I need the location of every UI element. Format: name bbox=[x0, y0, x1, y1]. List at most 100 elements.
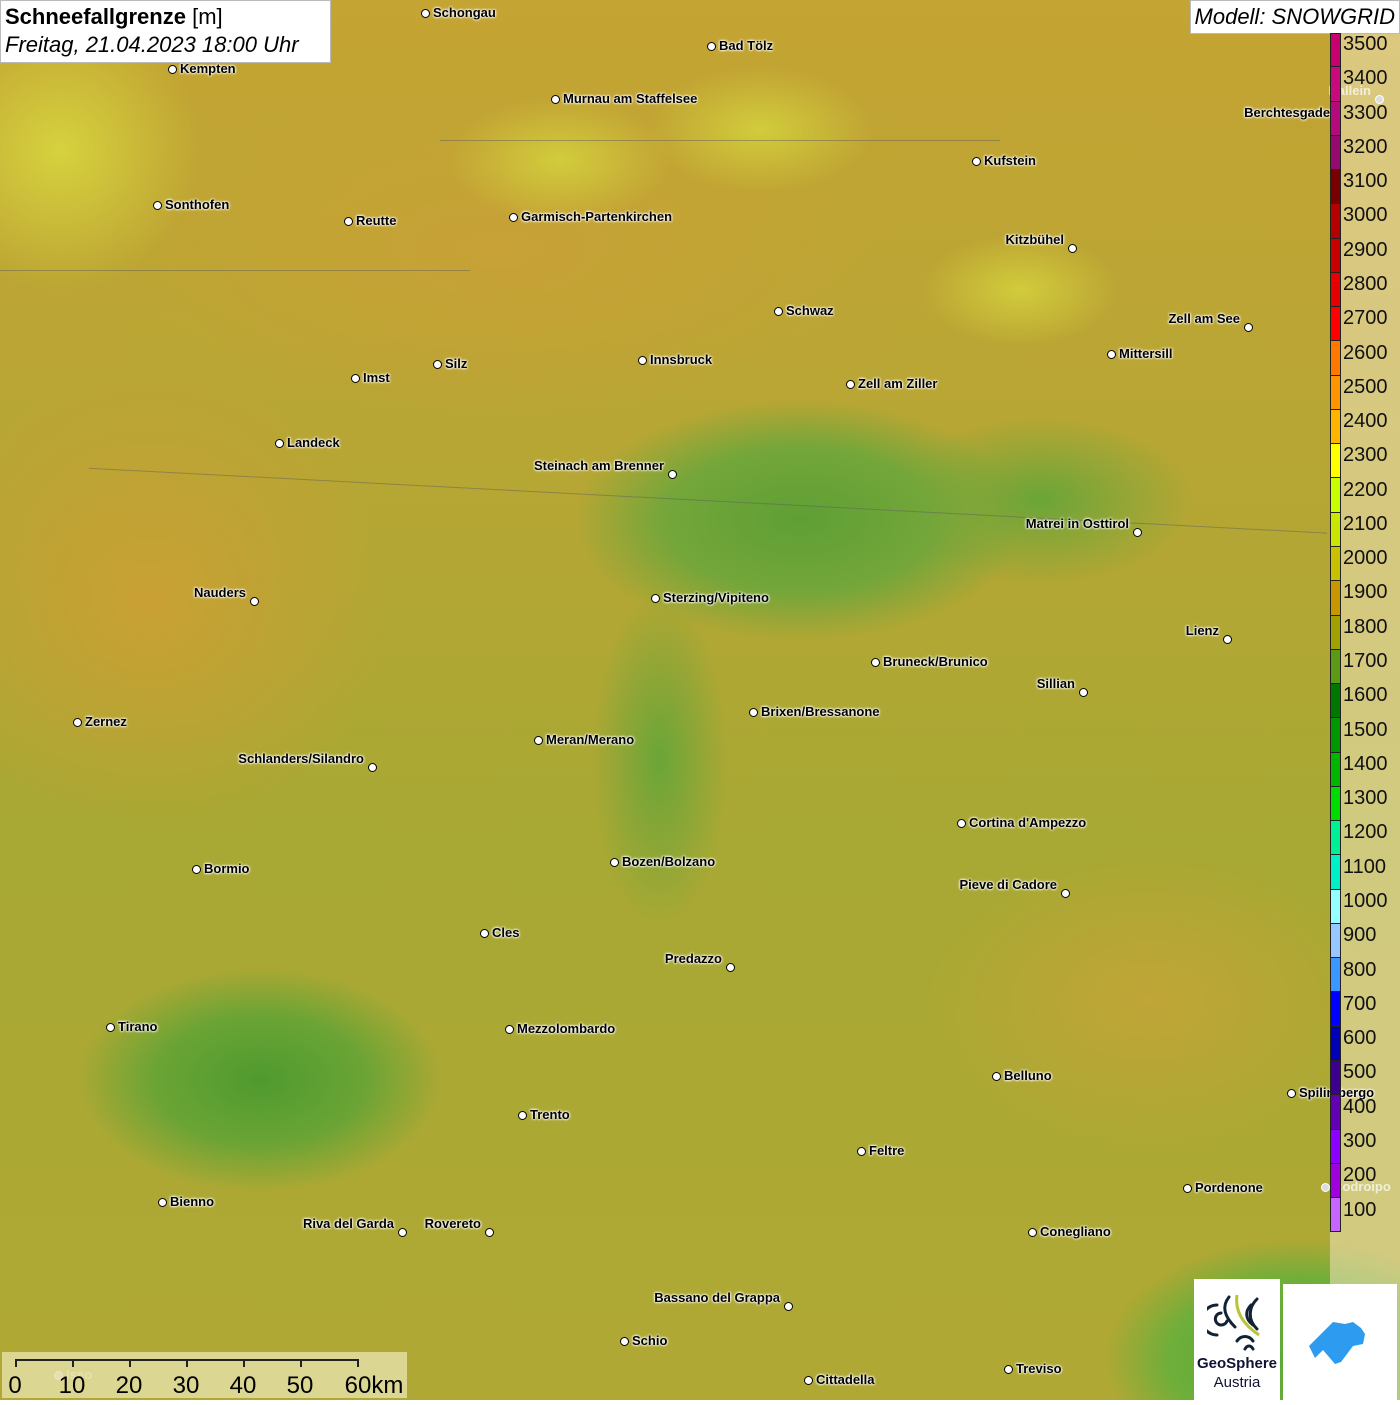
city-dot-icon bbox=[509, 213, 518, 222]
city-label[interactable]: Trento bbox=[518, 1107, 570, 1122]
city-dot-icon bbox=[857, 1147, 866, 1156]
legend-bin bbox=[1330, 375, 1341, 410]
city-label[interactable]: Feltre bbox=[857, 1143, 904, 1158]
city-label[interactable]: Lienz bbox=[1186, 623, 1232, 644]
legend-label: 1000 bbox=[1343, 890, 1388, 912]
legend-bin bbox=[1330, 718, 1341, 753]
snowgrid-logo[interactable] bbox=[1283, 1284, 1397, 1400]
city-name: Cles bbox=[492, 925, 520, 940]
city-name: Zell am See bbox=[1168, 311, 1240, 326]
model-label: Modell: SNOWGRID bbox=[1189, 0, 1400, 34]
city-dot-icon bbox=[1244, 323, 1253, 332]
city-label[interactable]: Kufstein bbox=[972, 153, 1036, 168]
city-label[interactable]: Innsbruck bbox=[638, 352, 712, 367]
city-dot-icon bbox=[1068, 244, 1077, 253]
city-name: Zell am Ziller bbox=[858, 376, 938, 391]
legend-label: 1700 bbox=[1343, 650, 1388, 673]
legend-bin bbox=[1330, 512, 1341, 547]
city-name: Sillian bbox=[1036, 676, 1075, 691]
city-label[interactable]: Bozen/Bolzano bbox=[610, 854, 715, 869]
city-label[interactable]: Bad Tölz bbox=[707, 38, 773, 53]
city-name: Kitzbühel bbox=[1005, 232, 1065, 247]
scale-tick bbox=[186, 1359, 188, 1367]
legend-bin bbox=[1330, 923, 1341, 959]
city-label[interactable]: Sterzing/Vipiteno bbox=[651, 590, 769, 605]
legend-bin bbox=[1330, 684, 1341, 719]
legend-label: 500 bbox=[1343, 1061, 1377, 1084]
legend-bin bbox=[1330, 1198, 1341, 1233]
city-dot-icon bbox=[1287, 1089, 1296, 1098]
city-label[interactable]: Silz bbox=[433, 356, 467, 371]
city-label[interactable]: Murnau am Staffelsee bbox=[551, 91, 697, 106]
city-label[interactable]: Predazzo bbox=[665, 951, 735, 972]
city-label[interactable]: Mezzolombardo bbox=[505, 1021, 616, 1036]
city-label[interactable]: Riva del Garda bbox=[303, 1216, 407, 1237]
city-label[interactable]: Zernez bbox=[73, 714, 127, 729]
city-label[interactable]: Brixen/Bressanone bbox=[749, 704, 880, 719]
city-label[interactable]: Nauders bbox=[193, 585, 259, 606]
city-label[interactable]: Sonthofen bbox=[153, 197, 229, 212]
city-label[interactable]: Schwaz bbox=[774, 303, 834, 318]
city-name: Nauders bbox=[193, 585, 246, 600]
city-name: Rovereto bbox=[424, 1216, 481, 1231]
city-label[interactable]: Pordenone bbox=[1183, 1180, 1263, 1195]
legend-label: 1400 bbox=[1343, 752, 1388, 775]
city-label[interactable]: Schongau bbox=[421, 5, 496, 20]
title-unit: [m] bbox=[192, 4, 223, 29]
city-dot-icon bbox=[707, 42, 716, 51]
city-label[interactable]: Reutte bbox=[344, 213, 396, 228]
city-label[interactable]: Imst bbox=[351, 370, 390, 385]
city-label[interactable]: Conegliano bbox=[1028, 1224, 1111, 1239]
city-label[interactable]: Landeck bbox=[275, 435, 340, 450]
city-label[interactable]: Pieve di Cadore bbox=[959, 877, 1070, 898]
city-label[interactable]: Bruneck/Brunico bbox=[871, 654, 988, 669]
legend-label: 3000 bbox=[1343, 204, 1388, 227]
city-label[interactable]: Matrei in Osttirol bbox=[1026, 516, 1142, 537]
city-label[interactable]: Mittersill bbox=[1107, 346, 1172, 361]
city-dot-icon bbox=[153, 201, 162, 210]
city-label[interactable]: Zell am Ziller bbox=[846, 376, 938, 391]
city-dot-icon bbox=[505, 1025, 514, 1034]
city-label[interactable]: Tirano bbox=[106, 1019, 158, 1034]
city-label[interactable]: Treviso bbox=[1004, 1361, 1062, 1376]
city-name: Garmisch-Partenkirchen bbox=[521, 209, 673, 224]
city-dot-icon bbox=[726, 963, 735, 972]
city-label[interactable]: Bienno bbox=[158, 1194, 214, 1209]
city-label[interactable]: Berchtesgaden bbox=[1244, 105, 1338, 120]
city-dot-icon bbox=[749, 708, 758, 717]
city-label[interactable]: Rovereto bbox=[424, 1216, 494, 1237]
city-name: Mezzolombardo bbox=[517, 1021, 616, 1036]
city-label[interactable]: Kempten bbox=[168, 61, 236, 76]
city-label[interactable]: Meran/Merano bbox=[534, 732, 634, 747]
city-label[interactable]: Schio bbox=[620, 1333, 667, 1348]
legend-bin bbox=[1330, 786, 1341, 822]
city-label[interactable]: Cortina d'Ampezzo bbox=[957, 815, 1086, 830]
scale-label: 50 bbox=[286, 1372, 314, 1399]
city-name: Bruneck/Brunico bbox=[883, 654, 988, 669]
legend-bin bbox=[1330, 170, 1341, 205]
city-name: Conegliano bbox=[1040, 1224, 1111, 1239]
city-label[interactable]: Cles bbox=[480, 925, 520, 940]
city-dot-icon bbox=[368, 763, 377, 772]
legend-label: 600 bbox=[1343, 1027, 1377, 1050]
legend-bin bbox=[1330, 307, 1341, 342]
city-label[interactable]: Cittadella bbox=[804, 1372, 875, 1387]
city-label[interactable]: Steinach am Brenner bbox=[533, 458, 677, 479]
city-dot-icon bbox=[1061, 889, 1070, 898]
legend-bin bbox=[1330, 33, 1341, 68]
city-name: Steinach am Brenner bbox=[533, 458, 664, 473]
city-label[interactable]: Sillian bbox=[1036, 676, 1088, 697]
logo-text-1: GeoSphere bbox=[1196, 1355, 1278, 1372]
city-label[interactable]: Belluno bbox=[992, 1068, 1052, 1083]
city-name: Tirano bbox=[118, 1019, 158, 1034]
legend-bin bbox=[1330, 444, 1341, 479]
city-dot-icon bbox=[106, 1023, 115, 1032]
geosphere-austria-logo[interactable]: GeoSphere Austria bbox=[1194, 1279, 1280, 1400]
city-label[interactable]: Kitzbühel bbox=[1005, 232, 1077, 253]
city-label[interactable]: Garmisch-Partenkirchen bbox=[509, 209, 673, 224]
city-label[interactable]: Schlanders/Silandro bbox=[238, 751, 377, 772]
legend-label: 1900 bbox=[1343, 581, 1388, 604]
city-label[interactable]: Bormio bbox=[192, 861, 250, 876]
city-label[interactable]: Zell am See bbox=[1168, 311, 1253, 332]
city-label[interactable]: Bassano del Grappa bbox=[654, 1290, 793, 1311]
